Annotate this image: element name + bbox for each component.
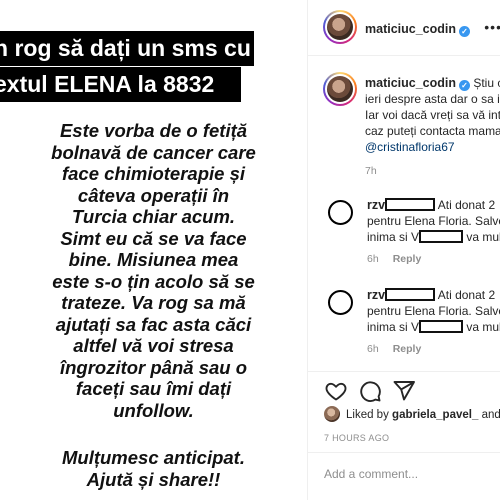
redaction-box [419, 320, 464, 333]
comment-line: va mult [466, 230, 500, 244]
comment-line: va mult [466, 320, 500, 334]
story-body-line: face chimioterapie și [61, 163, 246, 184]
verified-icon: ✓ [459, 80, 470, 91]
likes-summary: Liked by gabriela_pavel_ and [324, 406, 500, 422]
story-body-line: Este vorba de o fetiță [59, 120, 248, 141]
story-body-line: faceți sau îmi dați [75, 378, 232, 399]
comment-text: rzv Ati donat 2 pentru Elena Floria. Sal… [367, 287, 500, 335]
commenter-avatar[interactable] [328, 200, 353, 225]
comment-line: pentru Elena Floria. Salvea [367, 214, 500, 228]
caption-line: caz puteți contacta mama [365, 124, 500, 138]
commenter-username[interactable]: rzv [367, 198, 385, 212]
comment-text: rzv Ati donat 2 pentru Elena Floria. Sal… [367, 197, 500, 245]
redaction-box [419, 230, 464, 243]
caption-username[interactable]: maticiuc_codin [365, 76, 456, 90]
more-options-icon[interactable]: ••• [484, 19, 500, 35]
comment-time: 6h [367, 253, 379, 265]
author-name-row: maticiuc_codin ✓ [365, 20, 470, 38]
author-avatar[interactable] [323, 10, 357, 44]
commenter-avatar[interactable] [328, 290, 353, 315]
story-body-line: bine. Misiunea mea [68, 249, 239, 270]
caption-avatar[interactable] [323, 72, 357, 106]
action-bar [308, 371, 500, 409]
caption-line: Iar voi dacă vreți sa vă inte [365, 108, 500, 122]
comment: rzv Ati donat 2 pentru Elena Floria. Sal… [308, 190, 500, 270]
likes-suffix[interactable]: and [482, 409, 500, 421]
caption-line: ieri despre asta dar o sa in [365, 92, 500, 106]
comment-meta: 6h Reply [367, 253, 421, 265]
story-body-line: ajutați sa fac asta căci [55, 313, 252, 335]
liker-username[interactable]: gabriela_pavel_ [392, 409, 478, 421]
share-icon[interactable] [392, 379, 416, 403]
story-image: n rog să dați un sms cu extul ELENA la 8… [0, 0, 307, 500]
redaction-box [385, 288, 436, 301]
post-panel: maticiuc_codin✓ ••• maticiuc_codin✓ Știu… [308, 0, 500, 500]
comment-line: inima si V [367, 230, 420, 244]
heart-icon[interactable] [324, 379, 348, 403]
story-body-line: îngrozitor până sau o [59, 356, 248, 378]
story-body-line: trateze. Va rog sa mă [61, 292, 246, 313]
likes-prefix: Liked by [346, 409, 389, 421]
verified-icon: ✓ [459, 26, 470, 37]
caption-time: 7h [365, 165, 377, 177]
comment-icon[interactable] [358, 379, 382, 403]
story-thanks-line: Ajută și share!! [86, 468, 221, 490]
caption-mention-link[interactable]: @cristinafloria67 [365, 139, 500, 155]
story-highlight-line-2: extul ELENA la 8832 [0, 67, 241, 102]
caption-line: Știu că [473, 76, 500, 90]
liker-avatar [324, 406, 340, 422]
comment-line: inima si V [367, 320, 420, 334]
story-body-line: bolnavă de cancer care [51, 141, 256, 163]
story-highlight-line-1: n rog să dați un sms cu [0, 31, 254, 66]
comment-line: Ati donat 2 [437, 198, 496, 212]
add-comment-bar [308, 452, 500, 500]
story-thanks: Mulțumesc anticipat. Ajută și share!! [0, 447, 307, 490]
comment-time: 6h [367, 343, 379, 355]
story-thanks-line: Mulțumesc anticipat. [62, 447, 245, 468]
story-body-line: Simt eu că se va face [60, 227, 247, 249]
post-header: maticiuc_codin✓ ••• [308, 0, 500, 56]
reply-button[interactable]: Reply [393, 343, 422, 355]
story-body: Este vorba de o fetiță bolnavă de cancer … [0, 120, 307, 421]
author-username[interactable]: maticiuc_codin [365, 22, 456, 36]
story-body-line: unfollow. [113, 399, 194, 421]
post-timestamp: 7 HOURS AGO [324, 433, 390, 443]
add-comment-input[interactable] [324, 467, 494, 481]
commenter-username[interactable]: rzv [367, 288, 385, 302]
comment-line: pentru Elena Floria. Salvea [367, 304, 500, 318]
comment-meta: 6h Reply [367, 343, 421, 355]
story-body-line: câteva operații în [77, 184, 230, 206]
story-body-line: este s-o țin acolo să se [52, 270, 255, 292]
story-body-line: Turcia chiar acum. [71, 206, 236, 227]
comment-line: Ati donat 2 [437, 288, 496, 302]
comment: rzv Ati donat 2 pentru Elena Floria. Sal… [308, 280, 500, 360]
reply-button[interactable]: Reply [393, 253, 422, 265]
redaction-box [385, 198, 436, 211]
caption: maticiuc_codin✓ Știu că ieri despre asta… [365, 75, 500, 155]
story-body-line: altfel vă voi stresa [73, 335, 234, 356]
